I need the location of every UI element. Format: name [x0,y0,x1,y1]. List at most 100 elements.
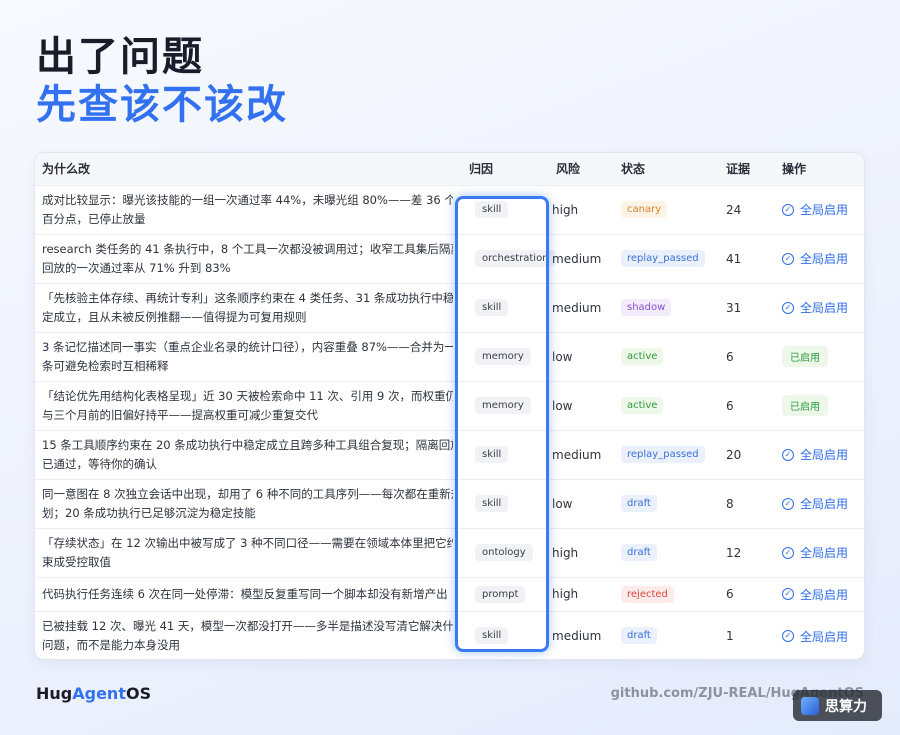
check-circle-icon: ✓ [782,203,794,216]
cause-tag: skill [475,299,509,316]
enable-globally-button[interactable]: ✓ 全局启用 [782,495,848,512]
status-badge: shadow [621,299,672,316]
why-cell: 3 条记忆描述同一事实（重点企业名录的统计口径），内容重叠 87%——合并为一条… [35,332,459,381]
why-cell: 已被挂载 12 次、曝光 41 天，模型一次都没打开——多半是描述没写清它解决什… [35,611,459,659]
evidence-count: 6 [726,398,734,413]
brand-accent: Agent [72,684,126,703]
action-cell: ✓ 全局启用 [776,283,864,332]
enable-globally-label: 全局启用 [800,546,849,561]
evidence-count: 20 [726,447,742,462]
col-header-why: 为什么改 [42,162,91,177]
action-cell: ✓ 全局启用 [776,528,864,577]
evidence-count: 1 [726,628,734,643]
cause-cell: memory [459,381,550,430]
table-row: 15 条工具顺序约束在 20 条成功执行中稳定成立且跨多种工具组合复现；隔离回放… [35,430,864,479]
status-badge: canary [621,201,668,218]
watermark-badge: 思算力 [793,690,882,721]
table-row: 代码执行任务连续 6 次在同一处停滞：模型反复重写同一个脚本却没有新增产出 pro… [35,577,864,611]
status-badge: active [621,348,664,365]
enable-globally-label: 全局启用 [800,629,849,644]
hero-title-line1: 出了问题 [36,34,204,80]
enable-globally-label: 全局启用 [800,497,849,512]
table-row: 「存续状态」在 12 次输出中被写成了 3 种不同口径——需要在领域本体里把它约… [35,528,864,577]
why-text-line2: 问题，而不是能力本身没用 [42,637,180,652]
proposals-table-card: 为什么改 归因 风险 状态 证据 操作 成对比较显示：曝光该技能的一组一次通过率… [34,152,865,660]
enable-globally-label: 全局启用 [800,252,849,267]
enabled-badge: 已启用 [782,346,828,367]
status-cell: rejected [615,577,720,611]
cause-tag: orchestration [475,250,556,267]
why-text-line1: 「先核验主体存续、再统计专利」这条顺序约束在 4 类任务、31 条成功执行中稳 [42,290,453,305]
enable-globally-label: 全局启用 [800,587,849,602]
evidence-count: 12 [726,545,742,560]
status-badge: rejected [621,585,674,603]
table-row: 「结论优先用结构化表格呈现」近 30 天被检索命中 11 次、引用 9 次，而权… [35,381,864,430]
why-text-line1: 15 条工具顺序约束在 20 条成功执行中稳定成立且跨多种工具组合复现；隔离回放 [42,437,453,452]
proposals-table: 为什么改 归因 风险 状态 证据 操作 成对比较显示：曝光该技能的一组一次通过率… [35,153,864,659]
evidence-count: 6 [726,349,734,364]
why-text-line1: 「存续状态」在 12 次输出中被写成了 3 种不同口径——需要在领域本体里把它约 [42,535,453,550]
chip-icon [801,696,819,715]
why-text-line2: 已通过，等待你的确认 [42,456,157,471]
evidence-count: 41 [726,251,742,266]
status-cell: draft [615,611,720,659]
col-header-cause: 归因 [469,162,494,177]
enable-globally-button[interactable]: ✓ 全局启用 [782,544,848,561]
col-header-risk: 风险 [556,162,581,177]
risk-cell: low [552,349,573,364]
brand-suffix: OS [125,684,152,703]
risk-cell: low [552,496,573,511]
enable-globally-button[interactable]: ✓ 全局启用 [782,446,848,463]
why-text-line1: research 类任务的 41 条执行中，8 个工具一次都没被调用过；收窄工具… [42,241,453,256]
why-text-line1: 已被挂载 12 次、曝光 41 天，模型一次都没打开——多半是描述没写清它解决什… [42,618,453,633]
why-cell: 成对比较显示：曝光该技能的一组一次通过率 44%，未曝光组 80%——差 36 … [35,185,459,234]
cause-tag: ontology [475,544,533,561]
cause-cell: skill [459,283,550,332]
status-badge: active [621,397,664,414]
action-cell: ✓ 全局启用 [776,479,864,528]
enable-globally-button[interactable]: ✓ 全局启用 [782,586,848,603]
why-text-line1: 代码执行任务连续 6 次在同一处停滞：模型反复重写同一个脚本却没有新增产出 [42,586,448,601]
cause-cell: skill [459,185,550,234]
status-cell: draft [615,528,720,577]
evidence-count: 8 [726,496,734,511]
why-cell: 同一意图在 8 次独立会话中出现，却用了 6 种不同的工具序列——每次都在重新规… [35,479,459,528]
risk-cell: medium [552,447,602,462]
why-text-line1: 成对比较显示：曝光该技能的一组一次通过率 44%，未曝光组 80%——差 36 … [42,192,453,207]
cause-cell: orchestration [459,234,556,283]
table-row: research 类任务的 41 条执行中，8 个工具一次都没被调用过；收窄工具… [35,234,864,283]
status-badge: draft [621,495,657,512]
enable-globally-button[interactable]: ✓ 全局启用 [782,201,848,218]
action-cell: ✓ 全局启用 [776,185,864,234]
risk-cell: medium [552,628,602,643]
why-text-line2: 与三个月前的旧偏好持平——提高权重可减少重复交代 [42,407,318,422]
table-row: 同一意图在 8 次独立会话中出现，却用了 6 种不同的工具序列——每次都在重新规… [35,479,864,528]
cause-cell: memory [459,332,550,381]
enable-globally-label: 全局启用 [800,448,849,463]
table-row: 「先核验主体存续、再统计专利」这条顺序约束在 4 类任务、31 条成功执行中稳定… [35,283,864,332]
status-cell: draft [615,479,720,528]
status-cell: replay_passed [615,234,720,283]
why-text-line1: 「结论优先用结构化表格呈现」近 30 天被检索命中 11 次、引用 9 次，而权… [42,388,453,403]
hero-title-line2: 先查该不该改 [36,82,288,128]
status-badge: draft [621,627,657,645]
status-cell: active [615,332,720,381]
status-cell: active [615,381,720,430]
check-circle-icon: ✓ [782,252,794,265]
check-circle-icon: ✓ [782,301,794,314]
why-text-line2: 划；20 条成功执行已足够沉淀为稳定技能 [42,505,256,520]
risk-cell: medium [552,300,602,315]
enable-globally-button[interactable]: ✓ 全局启用 [782,250,848,267]
action-cell: ✓ 全局启用 [776,577,864,611]
action-cell: 已启用 [776,381,864,430]
cause-cell: skill [459,430,550,479]
cause-cell: ontology [459,528,550,577]
why-text-line2: 束成受控取值 [42,554,111,569]
cause-tag: skill [475,627,509,645]
enable-globally-button[interactable]: ✓ 全局启用 [782,628,848,645]
enable-globally-button[interactable]: ✓ 全局启用 [782,299,848,316]
risk-cell: high [552,587,579,601]
risk-cell: low [552,398,573,413]
cause-cell: prompt [459,577,550,611]
why-cell: 「结论优先用结构化表格呈现」近 30 天被检索命中 11 次、引用 9 次，而权… [35,381,459,430]
